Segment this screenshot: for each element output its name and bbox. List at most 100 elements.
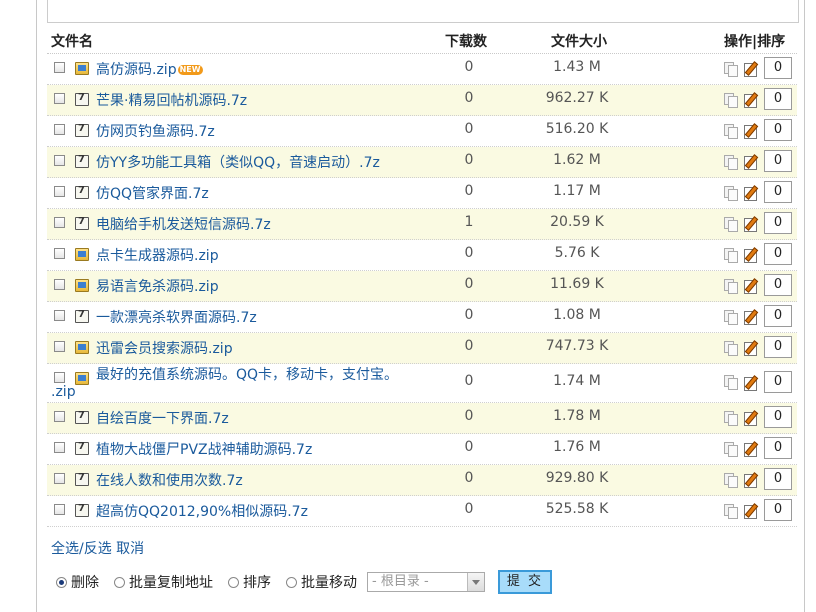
- edit-icon[interactable]: [744, 472, 759, 488]
- edit-icon[interactable]: [744, 185, 759, 201]
- row-checkbox[interactable]: [54, 217, 65, 228]
- file-name-link[interactable]: 迅雷会员搜索源码.zip: [96, 338, 233, 358]
- edit-icon[interactable]: [744, 247, 759, 263]
- radio-batch-move[interactable]: 批量移动: [286, 572, 357, 592]
- edit-icon[interactable]: [744, 375, 759, 391]
- file-name-text: 一款漂亮杀软界面源码.7z: [96, 310, 257, 326]
- folder-select[interactable]: - 根目录 -: [367, 572, 485, 592]
- file-name-link[interactable]: 易语言免杀源码.zip: [96, 276, 219, 296]
- radio-button[interactable]: [56, 576, 67, 588]
- copy-icon[interactable]: [724, 186, 738, 201]
- row-checkbox[interactable]: [54, 473, 65, 484]
- sort-order-input[interactable]: 0: [764, 499, 792, 521]
- copy-icon[interactable]: [724, 279, 738, 294]
- edit-icon[interactable]: [744, 340, 759, 356]
- row-checkbox[interactable]: [54, 62, 65, 73]
- file-name-link[interactable]: 一款漂亮杀软界面源码.7z: [96, 307, 257, 327]
- copy-icon[interactable]: [724, 411, 738, 426]
- edit-icon[interactable]: [744, 309, 759, 325]
- file-name-text: 电脑给手机发送短信源码.7z: [96, 217, 271, 233]
- sort-order-input[interactable]: 0: [764, 274, 792, 296]
- sort-order-input[interactable]: 0: [764, 371, 792, 393]
- edit-icon[interactable]: [744, 154, 759, 170]
- sort-order-input[interactable]: 0: [764, 336, 792, 358]
- copy-icon[interactable]: [724, 248, 738, 263]
- row-checkbox[interactable]: [54, 341, 65, 352]
- file-name-link[interactable]: 点卡生成器源码.zip: [96, 245, 219, 265]
- row-checkbox[interactable]: [54, 279, 65, 290]
- sort-order-input[interactable]: 0: [764, 243, 792, 265]
- radio-button[interactable]: [286, 576, 297, 588]
- submit-button[interactable]: 提 交: [498, 570, 552, 594]
- sort-order-input[interactable]: 0: [764, 437, 792, 459]
- copy-icon[interactable]: [724, 442, 738, 457]
- copy-icon[interactable]: [724, 155, 738, 170]
- edit-icon[interactable]: [744, 216, 759, 232]
- sort-order-input[interactable]: 0: [764, 181, 792, 203]
- copy-icon[interactable]: [724, 62, 738, 77]
- file-name-link[interactable]: 芒果·精易回帖机源码.7z: [96, 90, 247, 110]
- table-header: 文件名 下载数 文件大小 操作|排序: [47, 27, 797, 54]
- radio-button[interactable]: [114, 576, 125, 588]
- edit-icon[interactable]: [744, 441, 759, 457]
- edit-icon[interactable]: [744, 278, 759, 294]
- sort-order-input[interactable]: 0: [764, 88, 792, 110]
- file-size: 747.73 K: [545, 338, 609, 354]
- sort-order-input[interactable]: 0: [764, 57, 792, 79]
- row-checkbox[interactable]: [54, 93, 65, 104]
- file-name-link[interactable]: 最好的充值系统源码。QQ卡，移动卡，支付宝。 .zip: [51, 367, 416, 401]
- copy-icon[interactable]: [724, 375, 738, 390]
- file-name-link[interactable]: 超高仿QQ2012,90%相似源码.7z: [96, 501, 308, 521]
- file-name-link[interactable]: 电脑给手机发送短信源码.7z: [96, 214, 271, 234]
- sort-order-input[interactable]: 0: [764, 212, 792, 234]
- file-name-link[interactable]: 高仿源码.zip NEW: [96, 59, 203, 79]
- row-checkbox[interactable]: [54, 155, 65, 166]
- top-input-box: [47, 0, 799, 23]
- edit-icon[interactable]: [744, 123, 759, 139]
- cancel-selection-link[interactable]: 取消: [116, 541, 144, 557]
- file-name-text: 点卡生成器源码.zip: [96, 248, 219, 264]
- sort-order-input[interactable]: 0: [764, 468, 792, 490]
- file-name-link[interactable]: 仿QQ管家界面.7z: [96, 183, 209, 203]
- edit-icon[interactable]: [744, 410, 759, 426]
- sort-order-input[interactable]: 0: [764, 406, 792, 428]
- row-checkbox[interactable]: [54, 504, 65, 515]
- row-checkbox[interactable]: [54, 310, 65, 321]
- copy-icon[interactable]: [724, 124, 738, 139]
- radio-label: 批量移动: [301, 575, 357, 591]
- row-checkbox[interactable]: [54, 124, 65, 135]
- radio-button[interactable]: [228, 576, 239, 588]
- file-name-link[interactable]: 仿YY多功能工具箱（类似QQ，音速启动）.7z: [96, 152, 380, 172]
- zip-file-icon: [75, 248, 89, 261]
- edit-icon[interactable]: [744, 92, 759, 108]
- copy-icon[interactable]: [724, 341, 738, 356]
- row-checkbox[interactable]: [54, 411, 65, 422]
- radio-delete[interactable]: 删除: [56, 572, 99, 592]
- radio-label: 批量复制地址: [129, 575, 213, 591]
- edit-icon[interactable]: [744, 503, 759, 519]
- file-name-link[interactable]: 植物大战僵尸PVZ战神辅助源码.7z: [96, 439, 312, 459]
- radio-sort[interactable]: 排序: [228, 572, 271, 592]
- edit-icon[interactable]: [744, 61, 759, 77]
- row-checkbox[interactable]: [54, 372, 65, 383]
- file-name-link[interactable]: 仿网页钓鱼源码.7z: [96, 121, 215, 141]
- 7z-file-icon: [75, 410, 89, 424]
- chevron-down-icon[interactable]: [467, 573, 484, 591]
- copy-icon[interactable]: [724, 217, 738, 232]
- select-all-link[interactable]: 全选/反选: [51, 541, 112, 557]
- table-row: 易语言免杀源码.zip 0 11.69 K 0: [47, 271, 797, 302]
- copy-icon[interactable]: [724, 473, 738, 488]
- file-name-link[interactable]: 在线人数和使用次数.7z: [96, 470, 243, 490]
- sort-order-input[interactable]: 0: [764, 305, 792, 327]
- row-checkbox[interactable]: [54, 186, 65, 197]
- copy-icon[interactable]: [724, 504, 738, 519]
- file-name-link[interactable]: 自绘百度一下界面.7z: [96, 408, 229, 428]
- radio-batch-copy-address[interactable]: 批量复制地址: [114, 572, 213, 592]
- row-checkbox[interactable]: [54, 248, 65, 259]
- copy-icon[interactable]: [724, 93, 738, 108]
- sort-order-input[interactable]: 0: [764, 119, 792, 141]
- sort-order-input[interactable]: 0: [764, 150, 792, 172]
- row-checkbox[interactable]: [54, 442, 65, 453]
- copy-icon[interactable]: [724, 310, 738, 325]
- download-count: 0: [464, 501, 474, 517]
